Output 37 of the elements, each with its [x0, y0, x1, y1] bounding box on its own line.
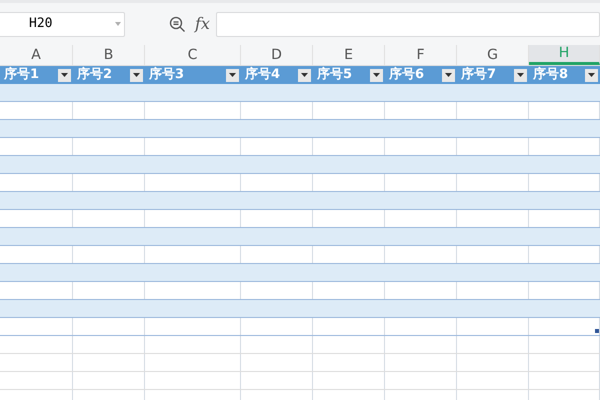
filter-button[interactable]: [370, 68, 383, 82]
filter-button[interactable]: [226, 68, 239, 82]
column-header[interactable]: A: [0, 45, 73, 65]
table-header-cell-text: 序号7: [461, 66, 496, 84]
caret-icon: [588, 73, 595, 77]
zoom-out-icon[interactable]: [169, 16, 186, 32]
caret-icon: [301, 73, 308, 77]
filter-button[interactable]: [130, 68, 143, 82]
caret-icon: [445, 73, 452, 77]
resize-handle[interactable]: [595, 329, 599, 333]
table-header-cell-text: 序号8: [533, 66, 568, 84]
filter-button[interactable]: [442, 68, 455, 82]
filter-button[interactable]: [514, 68, 527, 82]
table-header-cell-text: 序号6: [389, 66, 424, 84]
filter-button[interactable]: [58, 68, 71, 82]
caret-icon: [229, 73, 236, 77]
table-header-cell-text: 序号1: [4, 66, 40, 84]
column-header[interactable]: D: [241, 45, 313, 65]
filter-button[interactable]: [298, 68, 311, 82]
cell-reference: H20: [29, 15, 52, 34]
name-box[interactable]: H20: [0, 12, 125, 36]
table-header-cell-text: 序号5: [317, 66, 352, 84]
column-header[interactable]: B: [73, 45, 145, 65]
table-header-cell-text: 序号3: [149, 66, 184, 84]
caret-icon: [61, 73, 68, 77]
caret-icon: [517, 73, 524, 77]
caret-icon: [133, 73, 140, 77]
function-button[interactable]: fx: [195, 12, 210, 36]
column-header[interactable]: E: [313, 45, 385, 65]
caret-icon: [115, 22, 121, 26]
column-header[interactable]: F: [385, 45, 457, 65]
column-header[interactable]: C: [145, 45, 241, 65]
table-header-cell-text: 序号4: [245, 66, 280, 84]
caret-icon: [373, 73, 380, 77]
table-header-cell-text: 序号2: [77, 66, 112, 84]
filter-button[interactable]: [585, 68, 598, 82]
formula-input-field[interactable]: [216, 12, 600, 36]
